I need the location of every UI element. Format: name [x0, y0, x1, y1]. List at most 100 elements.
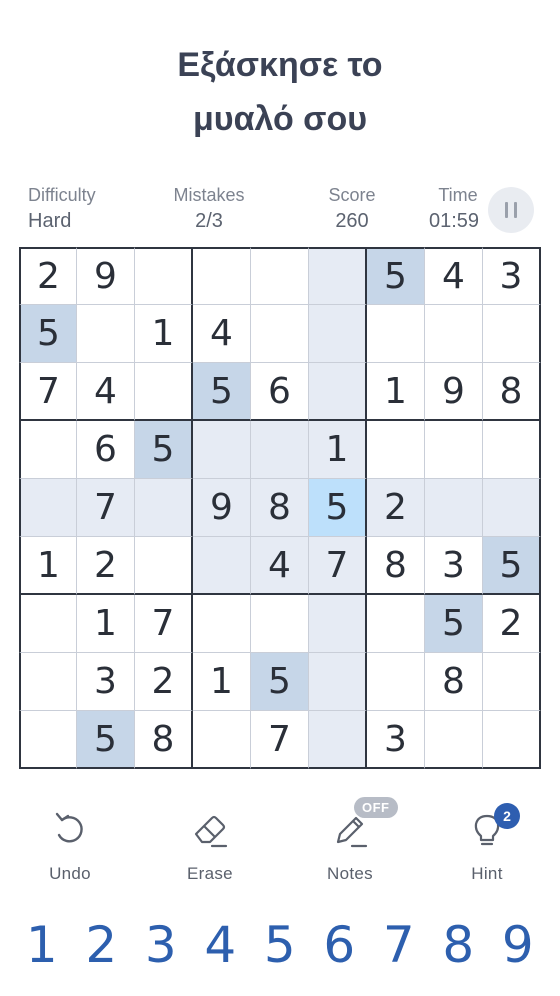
number-button-4[interactable]: 4 [191, 912, 251, 982]
pause-button[interactable] [488, 187, 534, 233]
sudoku-cell-r5c3[interactable] [135, 479, 193, 537]
sudoku-cell-r7c4[interactable] [193, 595, 251, 653]
sudoku-cell-r9c7[interactable]: 3 [367, 711, 425, 769]
notes-off-badge: OFF [354, 797, 398, 818]
sudoku-cell-r5c1[interactable] [19, 479, 77, 537]
sudoku-cell-r4c5[interactable] [251, 421, 309, 479]
sudoku-cell-r6c4[interactable] [193, 537, 251, 595]
erase-button[interactable]: Erase [155, 800, 265, 884]
difficulty-value: Hard [28, 210, 72, 232]
sudoku-cell-r8c7[interactable] [367, 653, 425, 711]
sudoku-cell-r8c3[interactable]: 2 [135, 653, 193, 711]
sudoku-cell-r2c7[interactable] [367, 305, 425, 363]
sudoku-cell-r3c7[interactable]: 1 [367, 363, 425, 421]
number-button-2[interactable]: 2 [72, 912, 132, 982]
number-button-7[interactable]: 7 [369, 912, 429, 982]
sudoku-cell-r7c5[interactable] [251, 595, 309, 653]
sudoku-cell-r4c4[interactable] [193, 421, 251, 479]
hint-button[interactable]: 2 Hint [432, 800, 542, 884]
number-button-5[interactable]: 5 [250, 912, 310, 982]
number-button-6[interactable]: 6 [310, 912, 370, 982]
sudoku-cell-r2c4[interactable]: 4 [193, 305, 251, 363]
sudoku-cell-r5c9[interactable] [483, 479, 541, 537]
sudoku-cell-r4c3[interactable]: 5 [135, 421, 193, 479]
sudoku-cell-r5c2[interactable]: 7 [77, 479, 135, 537]
sudoku-cell-r3c4[interactable]: 5 [193, 363, 251, 421]
sudoku-cell-r1c4[interactable] [193, 247, 251, 305]
sudoku-cell-r5c7[interactable]: 2 [367, 479, 425, 537]
sudoku-cell-r6c7[interactable]: 8 [367, 537, 425, 595]
sudoku-cell-r1c7[interactable]: 5 [367, 247, 425, 305]
sudoku-cell-r1c1[interactable]: 2 [19, 247, 77, 305]
sudoku-cell-r3c5[interactable]: 6 [251, 363, 309, 421]
sudoku-cell-r5c5[interactable]: 8 [251, 479, 309, 537]
sudoku-cell-r6c2[interactable]: 2 [77, 537, 135, 595]
sudoku-cell-r5c4[interactable]: 9 [193, 479, 251, 537]
sudoku-cell-r4c1[interactable] [19, 421, 77, 479]
sudoku-cell-r9c1[interactable] [19, 711, 77, 769]
sudoku-cell-r9c6[interactable] [309, 711, 367, 769]
sudoku-cell-r3c6[interactable] [309, 363, 367, 421]
sudoku-cell-r8c2[interactable]: 3 [77, 653, 135, 711]
sudoku-cell-r9c3[interactable]: 8 [135, 711, 193, 769]
sudoku-cell-r4c7[interactable] [367, 421, 425, 479]
sudoku-cell-r2c5[interactable] [251, 305, 309, 363]
sudoku-cell-r5c6[interactable]: 5 [309, 479, 367, 537]
sudoku-cell-r4c2[interactable]: 6 [77, 421, 135, 479]
sudoku-cell-r7c7[interactable] [367, 595, 425, 653]
sudoku-cell-r3c3[interactable] [135, 363, 193, 421]
sudoku-cell-r8c5[interactable]: 5 [251, 653, 309, 711]
sudoku-cell-r4c6[interactable]: 1 [309, 421, 367, 479]
sudoku-cell-r9c9[interactable] [483, 711, 541, 769]
sudoku-cell-r6c5[interactable]: 4 [251, 537, 309, 595]
sudoku-cell-r2c3[interactable]: 1 [135, 305, 193, 363]
sudoku-cell-r7c3[interactable]: 7 [135, 595, 193, 653]
sudoku-cell-r4c8[interactable] [425, 421, 483, 479]
sudoku-cell-r1c2[interactable]: 9 [77, 247, 135, 305]
number-button-9[interactable]: 9 [488, 912, 548, 982]
sudoku-cell-r7c9[interactable]: 2 [483, 595, 541, 653]
sudoku-cell-r3c9[interactable]: 8 [483, 363, 541, 421]
sudoku-cell-r7c2[interactable]: 1 [77, 595, 135, 653]
sudoku-cell-r6c9[interactable]: 5 [483, 537, 541, 595]
sudoku-cell-r9c5[interactable]: 7 [251, 711, 309, 769]
sudoku-cell-r3c2[interactable]: 4 [77, 363, 135, 421]
sudoku-cell-r7c6[interactable] [309, 595, 367, 653]
sudoku-cell-r8c4[interactable]: 1 [193, 653, 251, 711]
sudoku-cell-r1c9[interactable]: 3 [483, 247, 541, 305]
sudoku-cell-r2c9[interactable] [483, 305, 541, 363]
sudoku-cell-r6c3[interactable] [135, 537, 193, 595]
sudoku-cell-r8c6[interactable] [309, 653, 367, 711]
sudoku-cell-r3c1[interactable]: 7 [19, 363, 77, 421]
number-button-8[interactable]: 8 [429, 912, 489, 982]
sudoku-cell-r2c1[interactable]: 5 [19, 305, 77, 363]
undo-button[interactable]: Undo [15, 800, 125, 884]
sudoku-cell-r6c8[interactable]: 3 [425, 537, 483, 595]
sudoku-cell-r6c1[interactable]: 1 [19, 537, 77, 595]
sudoku-cell-r3c8[interactable]: 9 [425, 363, 483, 421]
sudoku-cell-r5c8[interactable] [425, 479, 483, 537]
sudoku-cell-r2c6[interactable] [309, 305, 367, 363]
sudoku-cell-r2c2[interactable] [77, 305, 135, 363]
sudoku-cell-r1c3[interactable] [135, 247, 193, 305]
sudoku-cell-r9c8[interactable] [425, 711, 483, 769]
sudoku-cell-r7c1[interactable] [19, 595, 77, 653]
sudoku-cell-r8c8[interactable]: 8 [425, 653, 483, 711]
sudoku-cell-r1c8[interactable]: 4 [425, 247, 483, 305]
number-button-1[interactable]: 1 [12, 912, 72, 982]
sudoku-cell-r8c1[interactable] [19, 653, 77, 711]
sudoku-cell-r9c2[interactable]: 5 [77, 711, 135, 769]
sudoku-cell-r6c6[interactable]: 7 [309, 537, 367, 595]
mistakes-value: 2/3 [195, 210, 223, 232]
sudoku-cell-r1c6[interactable] [309, 247, 367, 305]
sudoku-cell-r7c8[interactable]: 5 [425, 595, 483, 653]
sudoku-cell-r2c8[interactable] [425, 305, 483, 363]
pause-icon [505, 202, 508, 218]
sudoku-cell-r4c9[interactable] [483, 421, 541, 479]
sudoku-cell-r1c5[interactable] [251, 247, 309, 305]
notes-button[interactable]: OFF Notes [295, 797, 405, 884]
number-button-3[interactable]: 3 [131, 912, 191, 982]
sudoku-cell-r8c9[interactable] [483, 653, 541, 711]
mistakes-stat: Mistakes 2/3 [150, 182, 268, 234]
sudoku-cell-r9c4[interactable] [193, 711, 251, 769]
